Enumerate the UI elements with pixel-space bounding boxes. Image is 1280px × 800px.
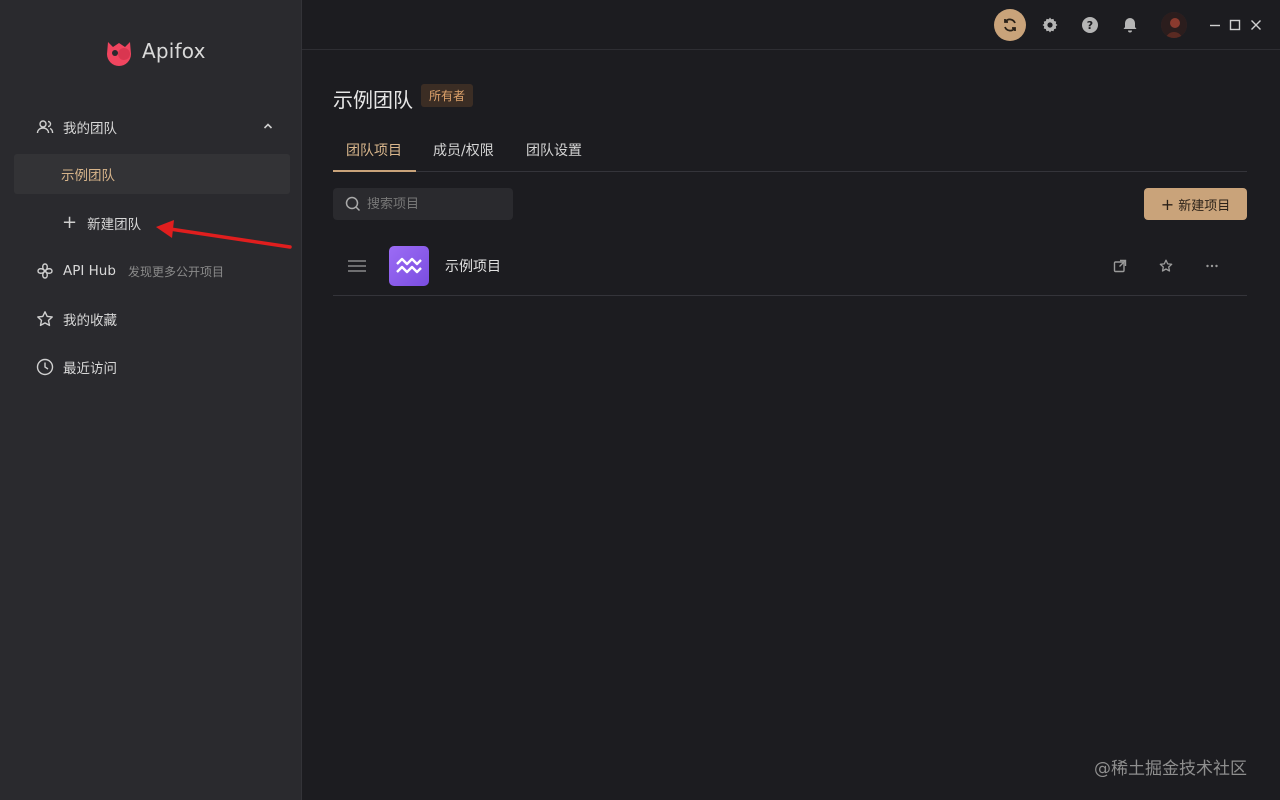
project-name[interactable]: 示例项目 bbox=[445, 256, 501, 276]
chevron-up-icon[interactable] bbox=[262, 120, 274, 132]
app-name: Apifox bbox=[142, 39, 206, 63]
top-bar: ? bbox=[302, 0, 1280, 50]
close-icon bbox=[1251, 20, 1261, 30]
minimize-icon bbox=[1210, 24, 1220, 27]
plus-icon: + bbox=[1160, 194, 1175, 214]
search-box[interactable] bbox=[333, 188, 513, 220]
watermark: @稀土掘金技术社区 bbox=[1094, 759, 1247, 779]
project-avatar bbox=[389, 246, 429, 286]
apifox-logo-icon bbox=[107, 42, 131, 66]
nav-api-hub[interactable]: API Hub 发现更多公开项目 bbox=[14, 251, 290, 291]
minimize-button[interactable] bbox=[1204, 14, 1226, 36]
sync-icon bbox=[1004, 18, 1016, 32]
external-link-icon bbox=[1113, 259, 1127, 273]
wave-icon bbox=[396, 257, 422, 274]
new-project-label: 新建项目 bbox=[1178, 198, 1231, 214]
maximize-icon bbox=[1229, 19, 1241, 31]
bell-icon bbox=[1123, 18, 1137, 33]
users-icon bbox=[36, 118, 54, 136]
team-tabs: 团队项目 成员/权限 团队设置 bbox=[333, 128, 1247, 172]
new-project-button[interactable]: + 新建项目 bbox=[1144, 188, 1247, 220]
help-icon: ? bbox=[1082, 17, 1098, 33]
nav-my-team[interactable]: 我的团队 bbox=[14, 107, 290, 147]
favorites-label: 我的收藏 bbox=[63, 313, 117, 329]
page-title: 示例团队 bbox=[333, 88, 413, 112]
active-tab-indicator bbox=[333, 170, 416, 172]
project-row[interactable]: 示例项目 bbox=[333, 236, 1247, 296]
star-outline-icon bbox=[1159, 259, 1173, 272]
app-logo: Apifox bbox=[102, 34, 206, 68]
tab-members-permissions[interactable]: 成员/权限 bbox=[433, 140, 494, 160]
more-icon bbox=[1206, 264, 1218, 268]
more-options-button[interactable] bbox=[1200, 254, 1224, 278]
svg-text:?: ? bbox=[1087, 19, 1093, 32]
annotation-arrow-icon bbox=[156, 220, 292, 249]
sidebar-item-example-team[interactable]: 示例团队 bbox=[14, 154, 290, 194]
clock-icon bbox=[36, 358, 54, 376]
settings-button[interactable] bbox=[1037, 12, 1063, 38]
help-button[interactable]: ? bbox=[1077, 12, 1103, 38]
nav-my-team-label: 我的团队 bbox=[63, 121, 117, 137]
gear-icon bbox=[1042, 17, 1058, 33]
notifications-button[interactable] bbox=[1117, 12, 1143, 38]
api-hub-subtitle: 发现更多公开项目 bbox=[127, 264, 224, 279]
tab-team-projects[interactable]: 团队项目 bbox=[346, 140, 402, 160]
sync-button[interactable] bbox=[994, 9, 1026, 41]
avatar-icon bbox=[1161, 12, 1187, 38]
search-input[interactable] bbox=[367, 196, 507, 212]
tab-team-settings[interactable]: 团队设置 bbox=[526, 140, 582, 160]
favorite-button[interactable] bbox=[1154, 254, 1178, 278]
search-icon bbox=[345, 196, 361, 212]
hub-icon bbox=[36, 262, 54, 280]
open-external-button[interactable] bbox=[1108, 254, 1132, 278]
star-icon bbox=[36, 310, 54, 328]
owner-badge: 所有者 bbox=[421, 84, 474, 107]
api-hub-label: API Hub bbox=[63, 263, 116, 279]
sidebar: Apifox 我的团队 示例团队 + 新建团队 API Hub 发现更多公开项目 bbox=[0, 0, 302, 800]
new-team-label: 新建团队 bbox=[87, 217, 142, 233]
drag-handle-icon[interactable] bbox=[347, 258, 367, 274]
nav-favorites[interactable]: 我的收藏 bbox=[14, 299, 290, 339]
user-avatar[interactable] bbox=[1161, 12, 1187, 38]
maximize-button[interactable] bbox=[1224, 14, 1246, 36]
recent-label: 最近访问 bbox=[63, 361, 117, 377]
plus-icon: + bbox=[62, 212, 78, 233]
example-team-label: 示例团队 bbox=[61, 168, 115, 184]
nav-recent[interactable]: 最近访问 bbox=[14, 347, 290, 387]
close-button[interactable] bbox=[1245, 14, 1267, 36]
